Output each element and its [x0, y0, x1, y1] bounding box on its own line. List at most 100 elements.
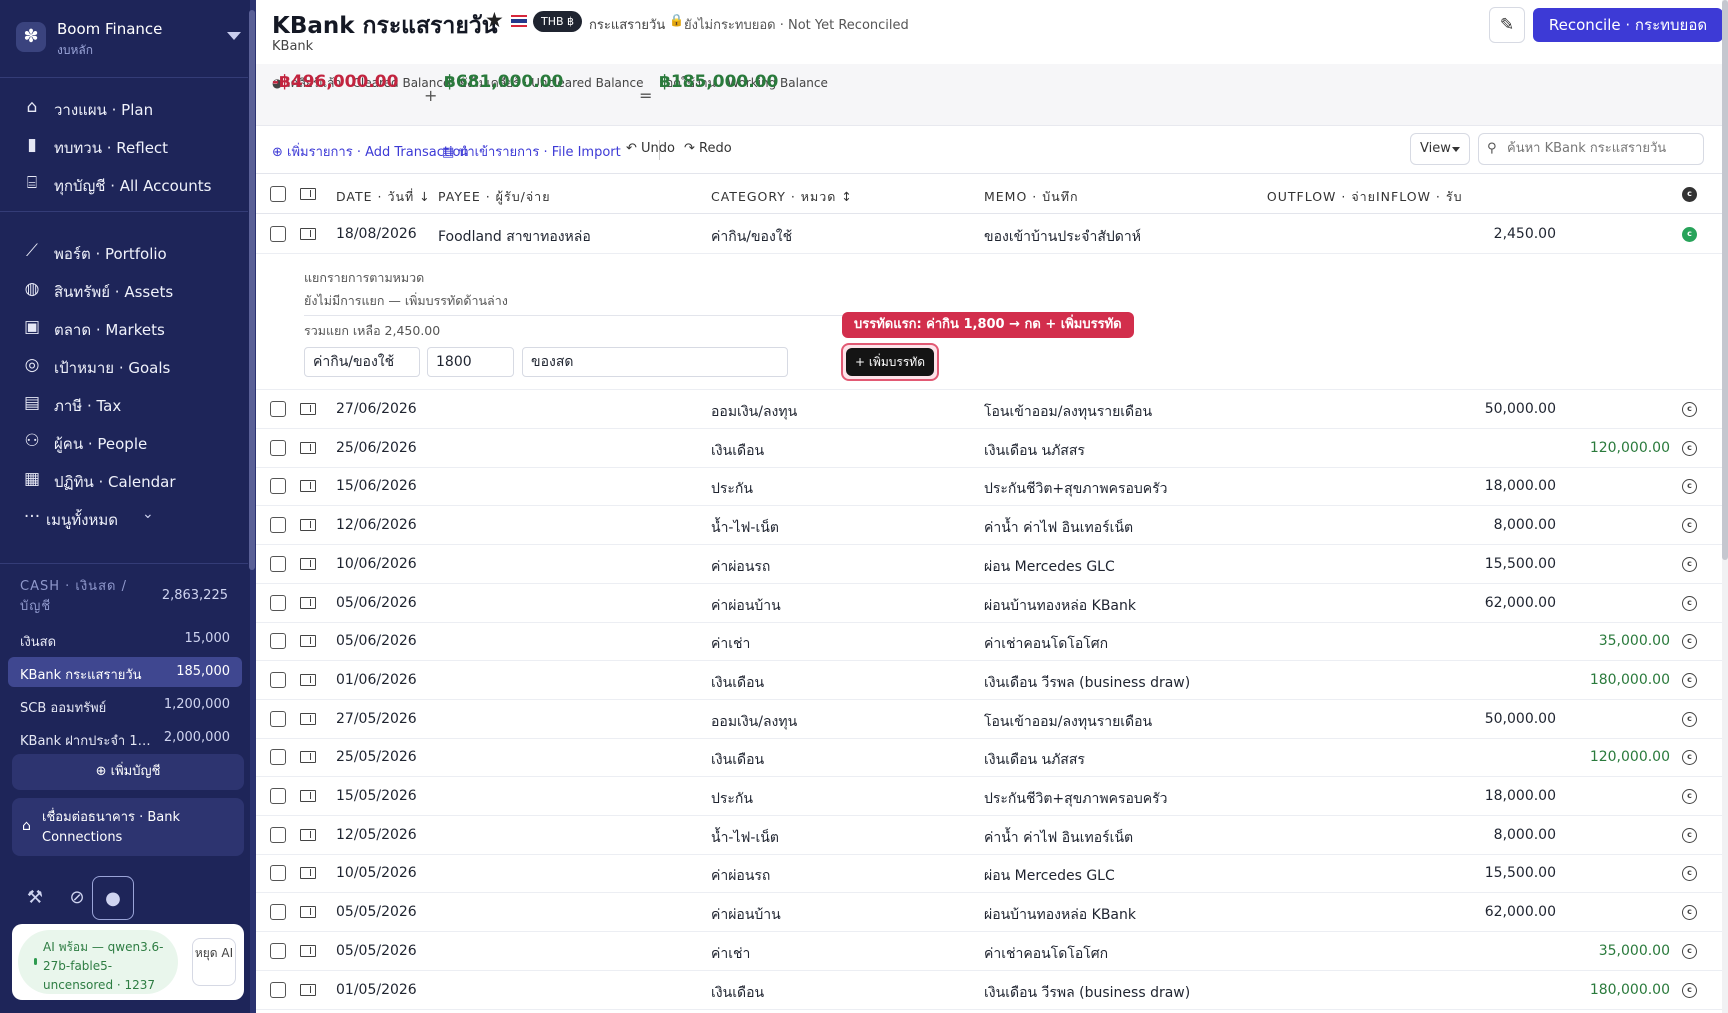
cleared-toggle[interactable]: c: [1682, 518, 1697, 534]
main-scroll-thumb[interactable]: [1722, 0, 1728, 560]
cell-payee[interactable]: Foodland สาขาทองหล่อ: [438, 226, 591, 248]
sidebar-scroll-thumb[interactable]: [249, 10, 255, 570]
cell-outflow[interactable]: 50,000.00: [1446, 711, 1556, 727]
cleared-toggle[interactable]: c: [1682, 440, 1697, 456]
flag-icon[interactable]: [300, 480, 316, 493]
sidebar-item-image-chart[interactable]: ▣ ตลาด · Markets: [0, 308, 248, 346]
cell-memo[interactable]: ประกันชีวิต+สุขภาพครอบครัว: [984, 788, 1168, 810]
cell-memo[interactable]: ผ่อนบ้านทองหล่อ KBank: [984, 595, 1136, 617]
split-category-input[interactable]: ค่ากิน/ของใช้: [304, 347, 420, 377]
flag-icon[interactable]: [300, 790, 316, 802]
flag-icon[interactable]: [300, 906, 316, 919]
sidebar-item-people[interactable]: ⚇ ผู้คน · People: [0, 422, 248, 460]
budget-switcher[interactable]: ✽ Boom Finance งบหลัก: [0, 0, 248, 78]
cell-memo[interactable]: เงินเดือน วีรพล (business draw): [984, 982, 1190, 1004]
cell-date[interactable]: 12/06/2026: [336, 517, 417, 533]
cell-category[interactable]: ค่าผ่อนรถ: [711, 556, 770, 578]
cleared-toggle[interactable]: c: [1682, 634, 1697, 650]
cleared-toggle[interactable]: c: [1682, 711, 1697, 727]
flag-icon[interactable]: [300, 983, 316, 996]
table-row[interactable]: 25/05/2026 เงินเดือน เงินเดือน นภัสสร 120,0…: [256, 738, 1728, 778]
row-checkbox[interactable]: [270, 904, 286, 921]
cell-category[interactable]: ออมเงิน/ลงทุน: [711, 401, 797, 423]
cell-date[interactable]: 27/06/2026: [336, 401, 417, 417]
cell-category[interactable]: เงินเดือน: [711, 982, 764, 1004]
cell-category[interactable]: ค่าผ่อนบ้าน: [711, 595, 781, 617]
flag-icon[interactable]: [300, 228, 316, 240]
select-all-checkbox[interactable]: [270, 186, 286, 202]
cleared-toggle[interactable]: c: [1682, 789, 1697, 804]
sidebar-item-bank[interactable]: ⌸ ทุกบัญชี · All Accounts: [0, 164, 248, 202]
row-checkbox[interactable]: [270, 671, 286, 688]
cell-inflow[interactable]: 120,000.00: [1556, 440, 1670, 456]
row-checkbox[interactable]: [270, 594, 286, 611]
cell-outflow[interactable]: 18,000.00: [1446, 478, 1556, 494]
table-row[interactable]: 05/06/2026 ค่าผ่อนบ้าน ผ่อนบ้านทองหล่อ KBa…: [256, 584, 1728, 623]
cell-date[interactable]: 27/05/2026: [336, 711, 417, 727]
cleared-toggle[interactable]: c: [1682, 750, 1697, 766]
cell-outflow[interactable]: 50,000.00: [1446, 401, 1556, 417]
cell-category[interactable]: ค่าเช่า: [711, 633, 750, 655]
sidebar-item-bar-chart[interactable]: ▮ ทบทวน · Reflect: [0, 126, 248, 164]
star-icon[interactable]: ★: [485, 8, 504, 32]
cash-group-header[interactable]: CASH · เงินสด / บัญชี: [20, 577, 140, 617]
cell-inflow[interactable]: 35,000.00: [1556, 633, 1670, 649]
row-checkbox[interactable]: [270, 826, 286, 843]
sidebar-item-money-bag[interactable]: ◍ สินทรัพย์ · Assets: [0, 270, 248, 308]
row-checkbox[interactable]: [270, 942, 286, 959]
sidebar-item-plan[interactable]: ⌂ วางแผน · Plan: [0, 88, 248, 126]
cell-date[interactable]: 25/06/2026: [336, 440, 417, 456]
add-transaction-button[interactable]: ⊕ เพิ่มรายการ · Add Transaction: [272, 141, 469, 162]
cell-date[interactable]: 12/05/2026: [336, 827, 417, 843]
cell-category[interactable]: ค่าผ่อนบ้าน: [711, 904, 781, 926]
cell-outflow[interactable]: 8,000.00: [1446, 517, 1556, 533]
row-checkbox[interactable]: [270, 517, 286, 534]
cell-memo[interactable]: ค่าน้ำ ค่าไฟ อินเทอร์เน็ต: [984, 827, 1133, 849]
cell-memo[interactable]: ค่าเช่าคอนโดโอโศก: [984, 633, 1108, 655]
search-input[interactable]: ⚲ ค้นหา KBank กระแสรายวัน: [1478, 133, 1704, 165]
cell-memo[interactable]: โอนเข้าออม/ลงทุนรายเดือน: [984, 401, 1152, 423]
cell-outflow[interactable]: 62,000.00: [1446, 904, 1556, 920]
cell-date[interactable]: 18/08/2026: [336, 226, 417, 242]
row-checkbox[interactable]: [270, 788, 286, 804]
cell-memo[interactable]: ผ่อนบ้านทองหล่อ KBank: [984, 904, 1136, 926]
cell-date[interactable]: 10/05/2026: [336, 865, 417, 881]
sidebar-account[interactable]: KBank ฝากประจำ 12 เดือน 2,000,000: [8, 723, 242, 753]
cell-category[interactable]: เงินเดือน: [711, 672, 764, 694]
column-inflow[interactable]: INFLOW · รับ: [1376, 187, 1462, 207]
cleared-toggle[interactable]: c: [1682, 827, 1697, 843]
table-row[interactable]: 15/06/2026 ประกัน ประกันชีวิต+สุขภาพครอบคร…: [256, 467, 1728, 507]
cleared-toggle[interactable]: c: [1682, 402, 1697, 417]
cell-category[interactable]: ออมเงิน/ลงทุน: [711, 711, 797, 733]
cell-date[interactable]: 15/06/2026: [336, 478, 417, 494]
column-date[interactable]: DATE · วันที่ ↓: [336, 187, 431, 207]
sidebar-account[interactable]: เงินสด 15,000: [8, 624, 242, 654]
stop-ai-button[interactable]: หยุด AI: [192, 938, 236, 986]
row-checkbox[interactable]: [270, 401, 286, 417]
cell-outflow[interactable]: 15,500.00: [1446, 865, 1556, 881]
flag-icon[interactable]: [300, 441, 316, 454]
row-checkbox[interactable]: [270, 439, 286, 456]
cleared-toggle[interactable]: c: [1682, 479, 1697, 495]
cell-category[interactable]: เงินเดือน: [711, 749, 764, 771]
cell-memo[interactable]: ของเข้าบ้านประจำสัปดาห์: [984, 226, 1141, 248]
column-category[interactable]: CATEGORY · หมวด ↕: [711, 187, 853, 207]
table-row[interactable]: 27/06/2026 ออมเงิน/ลงทุน โอนเข้าออม/ลงทุนร…: [256, 390, 1728, 429]
cell-memo[interactable]: เงินเดือน วีรพล (business draw): [984, 672, 1190, 694]
table-row[interactable]: 01/06/2026 เงินเดือน เงินเดือน วีรพล (busi…: [256, 661, 1728, 700]
table-row[interactable]: 10/06/2026 ค่าผ่อนรถ ผ่อน Mercedes GLC 15,5…: [256, 545, 1728, 584]
cell-date[interactable]: 05/06/2026: [336, 595, 417, 611]
cell-date[interactable]: 01/05/2026: [336, 982, 417, 998]
row-checkbox[interactable]: [270, 865, 286, 882]
cleared-toggle[interactable]: c: [1682, 982, 1697, 998]
cell-outflow[interactable]: 2,450.00: [1446, 226, 1556, 242]
cell-category[interactable]: เงินเดือน: [711, 440, 764, 462]
flag-icon[interactable]: [300, 828, 316, 841]
cell-date[interactable]: 05/05/2026: [336, 904, 417, 920]
cell-memo[interactable]: โอนเข้าออม/ลงทุนรายเดือน: [984, 711, 1152, 733]
bank-connections-button[interactable]: ⌂ เชื่อมต่อธนาคาร · Bank Connections: [12, 798, 244, 856]
cell-category[interactable]: ประกัน: [711, 478, 753, 500]
table-row[interactable]: 05/05/2026 ค่าผ่อนบ้าน ผ่อนบ้านทองหล่อ KBa…: [256, 893, 1728, 933]
row-checkbox[interactable]: [270, 226, 286, 242]
flag-icon[interactable]: [300, 557, 316, 570]
